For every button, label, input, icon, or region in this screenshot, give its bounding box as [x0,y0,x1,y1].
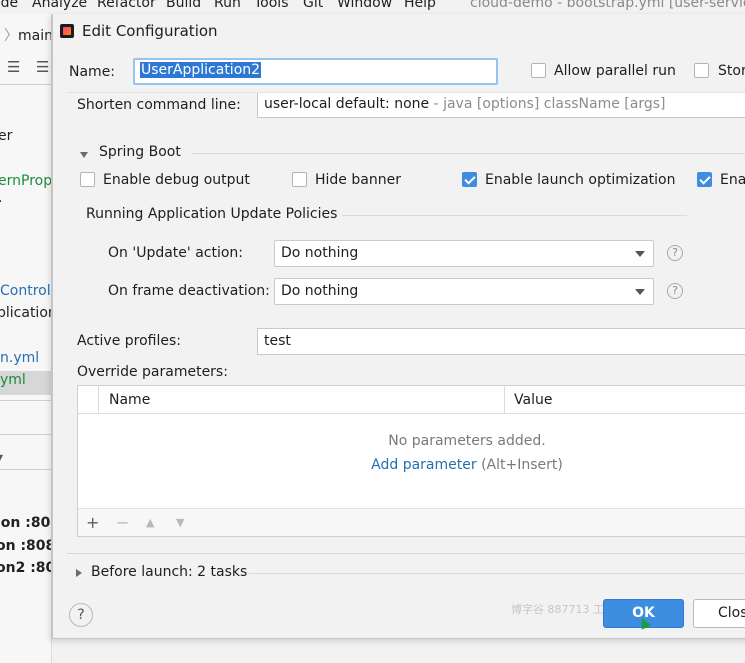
menu-help[interactable]: Help [404,0,436,11]
active-profiles-label: Active profiles: [77,333,181,349]
update-policies-header: Running Application Update Policies [86,206,338,222]
column-name[interactable]: Name [109,392,150,408]
on-update-select[interactable]: Do nothing [274,240,654,267]
section-divider [249,573,745,574]
expand-all-icon[interactable]: ☰ [7,58,20,76]
panel-divider [0,469,51,470]
column-divider [98,386,99,414]
dialog-title: Edit Configuration [82,22,218,40]
menu-git[interactable]: Git [303,0,323,11]
edit-configuration-dialog: Edit Configuration Name: UserApplication… [52,14,745,639]
add-row-icon[interactable]: + [86,513,99,532]
column-value[interactable]: Value [514,392,552,408]
move-up-icon[interactable]: ▲ [146,516,154,529]
tree-item[interactable]: ernProp [0,173,51,189]
tree-item[interactable]: n.yml [0,350,39,366]
tree-item[interactable]: plication [0,305,51,321]
on-frame-label: On frame deactivation: [108,283,270,299]
enable-jmx-label: Enal [720,172,745,188]
allow-parallel-label: Allow parallel run [554,63,676,79]
name-input[interactable]: UserApplication2 [133,58,498,85]
help-icon[interactable]: ? [667,245,683,261]
menu-window[interactable]: Window [337,0,392,11]
name-value: UserApplication2 [140,62,262,78]
name-label: Name: [69,64,116,80]
panel-divider [0,84,51,85]
ide-editor-area [52,638,745,663]
shorten-command-field[interactable]: user-local default: none - java [options… [257,93,745,118]
on-update-label: On 'Update' action: [108,245,244,261]
services-item[interactable]: ion :808 [0,515,51,531]
enable-debug-checkbox[interactable] [80,172,95,187]
menu-code[interactable]: ode [0,0,18,11]
shorten-command-hint: - java [options] className [args] [433,96,666,112]
intellij-logo-icon [60,24,74,38]
panel-divider [0,434,51,435]
shorten-command-value: user-local default: none [264,96,430,112]
expand-arrow-icon[interactable] [76,569,82,577]
move-down-icon[interactable]: ▼ [176,516,184,529]
dropdown-arrow-icon [635,289,645,295]
menu-build[interactable]: Build [166,0,201,11]
on-frame-select[interactable]: Do nothing [274,278,654,305]
menu-run[interactable]: Run [214,0,241,11]
hide-banner-checkbox[interactable] [292,172,307,187]
allow-parallel-checkbox[interactable] [531,63,546,78]
section-divider [192,153,745,154]
breadcrumb[interactable]: 〉main [4,25,51,45]
menu-tools[interactable]: Tools [254,0,289,11]
shorten-command-label: Shorten command line: [77,97,241,113]
store-as-file-label: Stor [718,63,745,79]
help-icon[interactable]: ? [667,283,683,299]
enable-jmx-checkbox[interactable] [697,172,712,187]
ide-menubar: ode Analyze Refactor Build Run Tools Git… [0,0,745,14]
tree-item[interactable]: er [0,128,12,144]
add-parameter-line: Add parameter (Alt+Insert) [170,457,745,473]
active-profiles-input[interactable]: test [257,328,745,355]
watermark-text: 博字谷 887713 工 [511,603,604,616]
on-frame-value: Do nothing [281,283,359,299]
remove-row-icon[interactable]: − [116,513,129,532]
on-update-value: Do nothing [281,245,359,261]
before-launch-header[interactable]: Before launch: 2 tasks [91,564,247,580]
override-parameters-table[interactable]: Name Value No parameters added. Add para… [77,385,745,537]
close-button[interactable]: Clos [693,599,745,628]
menu-analyze[interactable]: Analyze [32,0,87,11]
add-parameter-link[interactable]: Add parameter [371,457,476,473]
menu-refactor[interactable]: Refactor [97,0,156,11]
override-parameters-label: Override parameters: [77,364,228,380]
services-item[interactable]: on2 :808 [0,560,51,576]
table-toolbar: + − ▲ ▼ [78,508,745,536]
store-as-file-checkbox[interactable] [694,63,709,78]
collapse-all-icon[interactable]: ☰ [36,58,49,76]
launch-optimization-checkbox[interactable] [462,172,477,187]
launch-optimization-label: Enable launch optimization [485,172,676,188]
panel-divider [0,400,51,401]
empty-table-text: No parameters added. [388,433,546,449]
enable-debug-label: Enable debug output [103,172,250,188]
column-divider [504,386,505,414]
hide-banner-label: Hide banner [315,172,401,188]
tree-item[interactable]: . [0,190,2,206]
project-panel: 〉main ☰ ☰ er ernProp . Control plication… [0,14,52,663]
tree-item[interactable]: yml [0,372,26,388]
help-button[interactable]: ? [69,603,93,627]
dropdown-arrow-icon [635,251,645,257]
add-parameter-hint: (Alt+Insert) [481,457,563,473]
tree-item[interactable]: Control [0,283,51,299]
spring-boot-header[interactable]: Spring Boot [99,144,181,160]
chevron-down-icon[interactable]: ▾ [0,450,3,466]
table-header: Name Value [78,386,745,414]
ide-window-title: cloud-demo - bootstrap.yml [user-servic [470,0,745,11]
collapse-arrow-icon[interactable] [80,152,88,158]
dialog-title-bar[interactable]: Edit Configuration [53,14,745,48]
section-divider [342,215,687,216]
services-item[interactable]: on :8081 [0,538,51,554]
